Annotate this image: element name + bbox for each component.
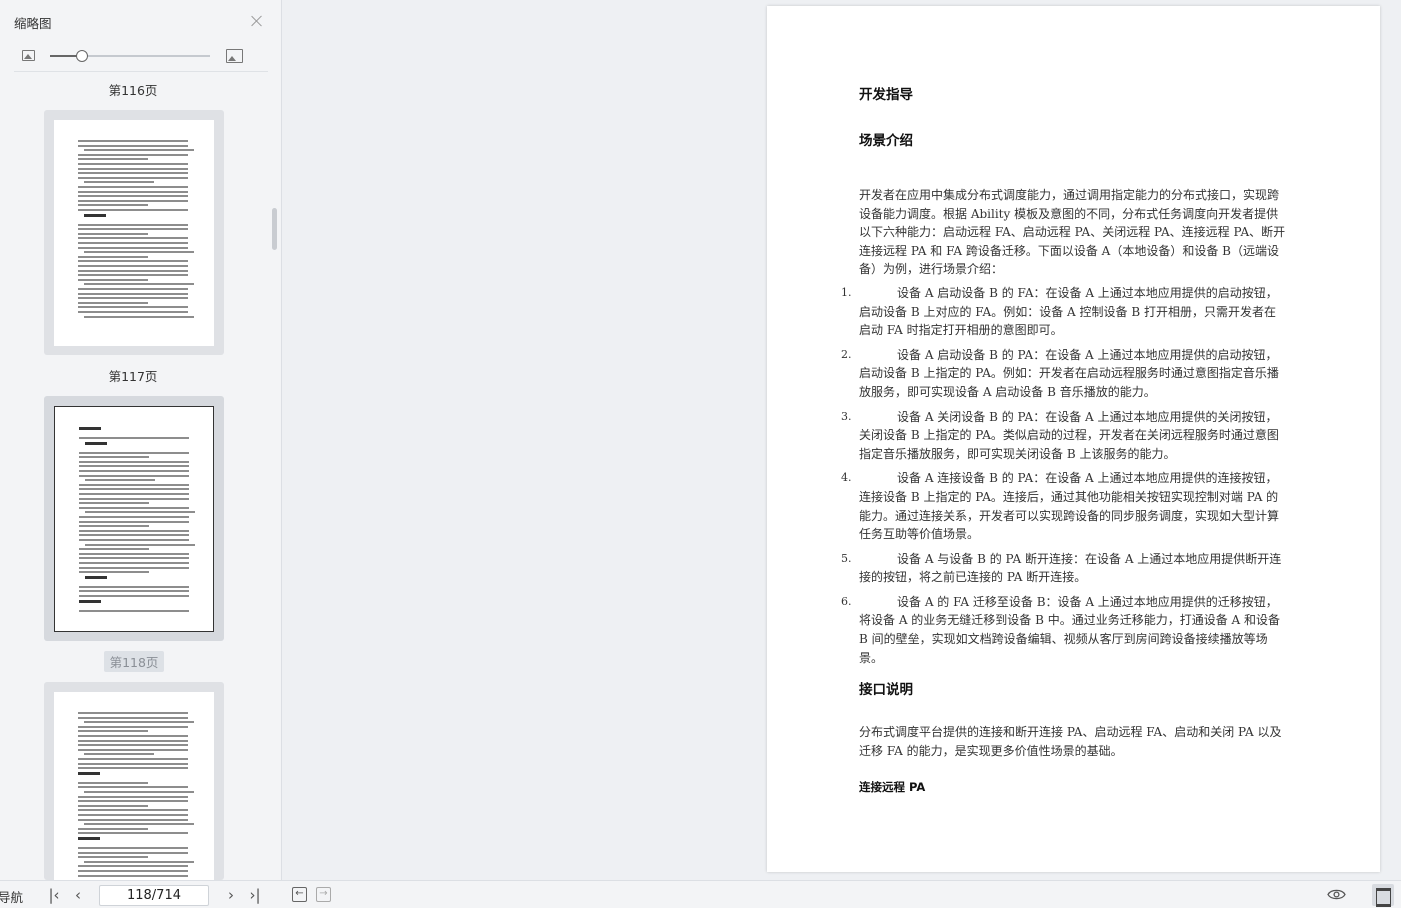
item-number: 1. bbox=[841, 285, 852, 299]
scenario-list: 1. 设备 A 启动设备 B 的 FA：在设备 A 上通过本地应用提供的启动按钮，… bbox=[841, 284, 1287, 667]
thumbnail-preview bbox=[54, 406, 214, 632]
document-viewport[interactable]: 开发指导 场景介绍 开发者在应用中集成分布式调度能力，通过调用指定能力的分布式接… bbox=[283, 0, 1401, 880]
last-page-icon[interactable]: ›| bbox=[247, 887, 263, 903]
heading-dev-guide: 开发指导 bbox=[859, 87, 913, 103]
document-page: 开发指导 场景介绍 开发者在应用中集成分布式调度能力，通过调用指定能力的分布式接… bbox=[767, 6, 1380, 872]
item-number: 4. bbox=[841, 471, 852, 485]
forward-view-icon[interactable]: → bbox=[316, 887, 331, 902]
thumbnail-panel: 缩略图 第116页 第117页 第118页 bbox=[0, 0, 282, 880]
page-content: 开发指导 场景介绍 开发者在应用中集成分布式调度能力，通过调用指定能力的分布式接… bbox=[841, 86, 1287, 797]
fit-page-icon[interactable] bbox=[1372, 884, 1394, 907]
item-text: 设备 A 连接设备 B 的 PA：在设备 A 上通过本地应用提供的连接按钮，连接… bbox=[859, 471, 1280, 542]
next-page-icon[interactable]: › bbox=[223, 887, 239, 903]
thumbnail-preview bbox=[54, 120, 214, 346]
item-text: 设备 A 与设备 B 的 PA 断开连接：在设备 A 上通过本地应用提供断开连接… bbox=[859, 551, 1282, 585]
heading-interface: 接口说明 bbox=[859, 682, 913, 699]
thumbnail-page-119[interactable] bbox=[44, 682, 224, 880]
item-text: 设备 A 启动设备 B 的 PA：在设备 A 上通过本地应用提供的启动按钮，启动… bbox=[859, 347, 1279, 399]
item-text: 设备 A 启动设备 B 的 FA：在设备 A 上通过本地应用提供的启动按钮，启动… bbox=[859, 285, 1278, 338]
large-image-icon[interactable] bbox=[226, 49, 243, 63]
thumbnail-page-117[interactable] bbox=[44, 110, 224, 355]
eye-icon[interactable] bbox=[1327, 888, 1346, 901]
thumbnail-page-118[interactable] bbox=[44, 396, 224, 641]
thumbnail-label: 第117页 bbox=[108, 369, 158, 384]
scenario-item: 1. 设备 A 启动设备 B 的 FA：在设备 A 上通过本地应用提供的启动按钮，… bbox=[841, 284, 1287, 340]
interface-paragraph: 分布式调度平台提供的连接和断开连接 PA、启动远程 FA、启动和关闭 PA 以及… bbox=[859, 725, 1282, 758]
item-number: 5. bbox=[841, 551, 852, 565]
item-text: 设备 A 关闭设备 B 的 PA：在设备 A 上通过本地应用提供的关闭按钮，关闭… bbox=[859, 409, 1279, 461]
nav-label[interactable]: 导航 bbox=[0, 887, 23, 906]
thumbnail-zoom-row bbox=[14, 44, 268, 72]
scenario-item: 4. 设备 A 连接设备 B 的 PA：在设备 A 上通过本地应用提供的连接按钮，… bbox=[841, 469, 1287, 543]
panel-title: 缩略图 bbox=[14, 16, 52, 31]
heading-scenario: 场景介绍 bbox=[859, 133, 913, 149]
first-page-icon[interactable]: |‹ bbox=[46, 887, 62, 903]
item-number: 3. bbox=[841, 409, 852, 423]
thumbnail-label: 第116页 bbox=[108, 83, 158, 98]
slider-handle[interactable] bbox=[76, 50, 88, 62]
item-text: 设备 A 的 FA 迁移至设备 B：设备 A 上通过本地应用提供的迁移按钮，将设… bbox=[859, 594, 1281, 665]
item-number: 6. bbox=[841, 594, 852, 608]
bottom-toolbar: 导航 |‹ ‹ 118/714 › ›| ← → bbox=[0, 880, 1401, 908]
close-icon[interactable] bbox=[249, 13, 265, 29]
back-view-icon[interactable]: ← bbox=[292, 887, 307, 902]
intro-paragraph: 开发者在应用中集成分布式调度能力，通过调用指定能力的分布式接口，实现跨设备能力调… bbox=[859, 188, 1286, 277]
item-number: 2. bbox=[841, 347, 852, 361]
heading-connect-pa: 连接远程 PA bbox=[859, 780, 926, 795]
thumbnail-label-current: 第118页 bbox=[104, 651, 164, 672]
sidebar-scrollbar[interactable] bbox=[272, 208, 277, 250]
scenario-item: 2. 设备 A 启动设备 B 的 PA：在设备 A 上通过本地应用提供的启动按钮，… bbox=[841, 346, 1287, 402]
scenario-item: 5. 设备 A 与设备 B 的 PA 断开连接：在设备 A 上通过本地应用提供断开… bbox=[841, 550, 1287, 587]
prev-page-icon[interactable]: ‹ bbox=[70, 887, 86, 903]
small-image-icon[interactable] bbox=[22, 50, 35, 61]
thumbnail-preview bbox=[54, 692, 214, 880]
thumbnail-zoom-slider[interactable] bbox=[50, 50, 210, 62]
scenario-item: 3. 设备 A 关闭设备 B 的 PA：在设备 A 上通过本地应用提供的关闭按钮，… bbox=[841, 408, 1287, 464]
scenario-item: 6. 设备 A 的 FA 迁移至设备 B：设备 A 上通过本地应用提供的迁移按钮，… bbox=[841, 593, 1287, 667]
page-number-input[interactable]: 118/714 bbox=[99, 885, 209, 906]
